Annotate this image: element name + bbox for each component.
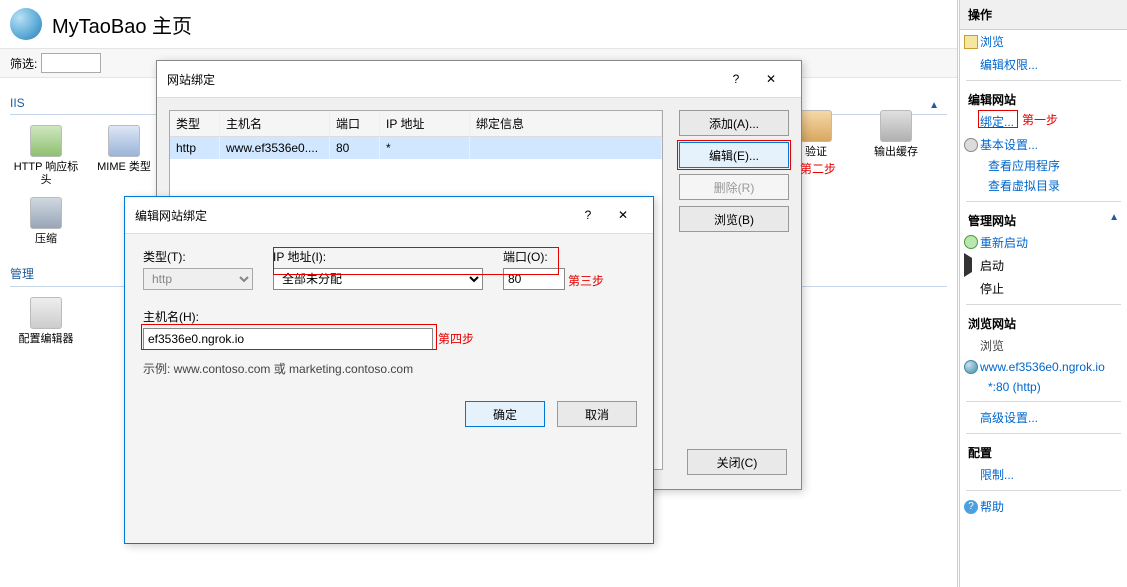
bindings-dialog-title: 网站绑定	[167, 71, 721, 88]
browse-site-label: 浏览	[960, 334, 1127, 357]
port-input[interactable]	[503, 268, 565, 290]
close-dialog-button[interactable]: 关闭(C)	[687, 449, 787, 475]
cancel-button[interactable]: 取消	[557, 401, 637, 427]
site-icon	[10, 8, 42, 40]
auth-icon	[800, 110, 832, 142]
example-text: 示例: www.contoso.com 或 marketing.contoso.…	[143, 360, 635, 377]
help-icon: ?	[964, 500, 978, 514]
feature-compression[interactable]: 压缩	[10, 197, 82, 246]
feature-output-caching[interactable]: 输出缓存	[860, 110, 932, 159]
help-button[interactable]: ?	[573, 208, 603, 222]
annotation-step1: 第一步	[1022, 111, 1058, 128]
browse-binding-text[interactable]: *:80 (http)	[960, 377, 1127, 397]
dialog-edit-binding: 编辑网站绑定 ? ✕ 类型(T): http IP 地址(I): 全部未分配 端…	[124, 196, 654, 544]
filter-input[interactable]	[41, 53, 101, 73]
host-input[interactable]	[143, 328, 433, 350]
label-ip: IP 地址(I):	[273, 248, 483, 265]
ip-select[interactable]: 全部未分配	[273, 268, 483, 290]
actions-pane: 操作 浏览 编辑权限... 编辑网站 绑定... 第一步 基本设置... 查看应…	[959, 0, 1127, 587]
action-view-applications[interactable]: 查看应用程序	[960, 156, 1127, 176]
section-manage-site: 管理网站	[960, 206, 1127, 231]
collapse-icon[interactable]: ▲	[1109, 212, 1119, 223]
label-port: 端口(O):	[503, 248, 565, 265]
type-select: http	[143, 268, 253, 290]
action-edit-permissions[interactable]: 编辑权限...	[960, 53, 1127, 76]
gear-icon	[964, 138, 978, 152]
close-button[interactable]: ✕	[751, 67, 791, 91]
section-edit-site: 编辑网站	[960, 85, 1127, 110]
action-start[interactable]: 启动	[960, 254, 1127, 277]
action-stop[interactable]: 停止	[960, 277, 1127, 300]
action-browse[interactable]: 浏览	[960, 30, 1127, 53]
ok-button[interactable]: 确定	[465, 401, 545, 427]
action-basic-settings[interactable]: 基本设置...	[960, 133, 1127, 156]
action-restart[interactable]: 重新启动	[960, 231, 1127, 254]
col-host[interactable]: 主机名	[220, 111, 330, 136]
actions-header: 操作	[960, 0, 1127, 30]
action-help[interactable]: ? 帮助	[960, 495, 1127, 518]
page-title: MyTaoBao 主页	[52, 10, 192, 39]
stop-icon	[964, 281, 978, 295]
http-headers-icon	[30, 125, 62, 157]
label-host: 主机名(H):	[143, 310, 199, 324]
close-button[interactable]: ✕	[603, 203, 643, 227]
browse-icon	[964, 35, 978, 49]
help-button[interactable]: ?	[721, 72, 751, 86]
feature-http-response-headers[interactable]: HTTP 响应标头	[10, 125, 82, 187]
feature-config-editor[interactable]: 配置编辑器	[10, 297, 82, 346]
globe-icon	[964, 360, 978, 374]
col-port[interactable]: 端口	[330, 111, 380, 136]
play-icon	[964, 258, 978, 272]
edit-button[interactable]: 编辑(E)...	[679, 142, 789, 168]
remove-button: 删除(R)	[679, 174, 789, 200]
edit-dialog-title: 编辑网站绑定	[135, 207, 573, 224]
filter-label: 筛选:	[10, 55, 37, 72]
browse-button[interactable]: 浏览(B)	[679, 206, 789, 232]
col-type[interactable]: 类型	[170, 111, 220, 136]
annotation-step3: 第三步	[568, 272, 604, 289]
add-button[interactable]: 添加(A)...	[679, 110, 789, 136]
action-limits[interactable]: 限制...	[960, 463, 1127, 486]
label-type: 类型(T):	[143, 248, 253, 265]
feature-mime-types[interactable]: MIME 类型	[88, 125, 160, 187]
action-browse-url[interactable]: www.ef3536e0.ngrok.io	[960, 357, 1127, 377]
annotation-step4: 第四步	[438, 330, 474, 347]
action-bindings[interactable]: 绑定... 第一步	[960, 110, 1127, 133]
mime-icon	[108, 125, 140, 157]
col-ip[interactable]: IP 地址	[380, 111, 470, 136]
table-row[interactable]: http www.ef3536e0.... 80 *	[170, 137, 662, 159]
section-configure: 配置	[960, 438, 1127, 463]
col-info[interactable]: 绑定信息	[470, 111, 662, 136]
restart-icon	[964, 235, 978, 249]
output-cache-icon	[880, 110, 912, 142]
action-view-virtual-directories[interactable]: 查看虚拟目录	[960, 176, 1127, 196]
annotation-step2: 第二步	[800, 160, 836, 177]
config-editor-icon	[30, 297, 62, 329]
action-advanced-settings[interactable]: 高级设置...	[960, 406, 1127, 429]
section-browse-site: 浏览网站	[960, 309, 1127, 334]
compression-icon	[30, 197, 62, 229]
